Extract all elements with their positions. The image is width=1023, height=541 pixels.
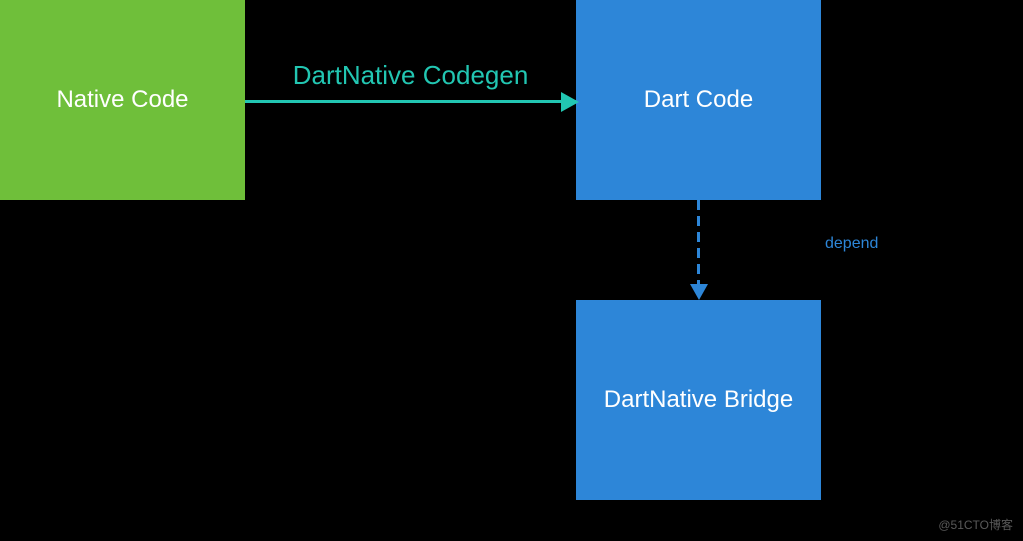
- native-code-label: Native Code: [56, 86, 188, 114]
- dash-segment: [697, 216, 700, 226]
- dash-segment: [697, 232, 700, 242]
- dash-segment: [697, 248, 700, 258]
- dart-code-label: Dart Code: [644, 86, 753, 114]
- dart-native-bridge-node: DartNative Bridge: [576, 300, 821, 500]
- depend-arrow-head-icon: [690, 284, 708, 300]
- codegen-edge-label: DartNative Codegen: [245, 60, 576, 91]
- dart-native-bridge-label: DartNative Bridge: [604, 386, 793, 414]
- depend-arrow-line: [697, 200, 700, 288]
- dash-segment: [697, 200, 700, 210]
- codegen-arrow-head-icon: [561, 92, 579, 112]
- depend-edge-label: depend: [825, 235, 878, 253]
- dart-code-node: Dart Code: [576, 0, 821, 200]
- native-code-node: Native Code: [0, 0, 245, 200]
- codegen-arrow-line: [245, 100, 576, 103]
- dash-segment: [697, 264, 700, 274]
- watermark-text: @51CTO博客: [938, 516, 1013, 533]
